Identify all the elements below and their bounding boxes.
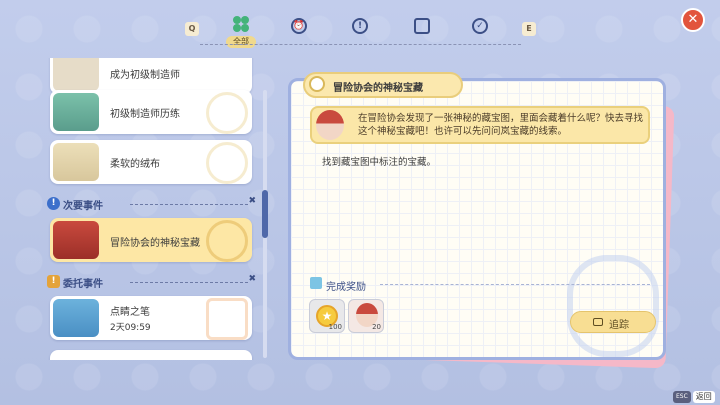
back-button[interactable]: ESC 返回 [673, 386, 715, 403]
reward-qty: 20 [372, 323, 381, 331]
back-label: 返回 [692, 390, 715, 403]
avatar [316, 110, 344, 140]
next-tab-key[interactable]: E [522, 22, 536, 36]
list-item[interactable]: 成为初级制造师 [50, 58, 252, 94]
close-button[interactable]: ✕ [681, 8, 705, 32]
ticket-watermark-icon [206, 298, 248, 340]
reward-item-coin[interactable]: ★ 100 [309, 299, 345, 333]
watermark-icon [206, 92, 248, 134]
reward-qty: 100 [328, 323, 342, 331]
quest-list: 成为初级制造师 初级制造师历练 柔软的绒布 ! 次要事件 ✖ 冒险协会的神秘宝藏… [44, 58, 258, 360]
avatar [53, 221, 99, 259]
track-button[interactable]: 追踪 [570, 311, 656, 333]
ticket-icon: ! [47, 275, 60, 288]
section-commission: ! 委托事件 ✖ [44, 274, 258, 290]
esc-key: ESC [673, 390, 691, 403]
list-item-title: 成为初级制造师 [110, 70, 180, 81]
list-item-title: 点睛之笔 [110, 307, 150, 318]
check-icon[interactable]: ✓ [472, 18, 488, 34]
quest-objective: 找到藏宝图中标注的宝藏。 [322, 157, 437, 168]
collapse-icon[interactable]: ✖ [248, 274, 256, 284]
track-label: 追踪 [609, 320, 629, 331]
book-icon[interactable] [414, 18, 430, 34]
prev-tab-key[interactable]: Q [185, 22, 199, 36]
tab-all-label: 全部 [226, 36, 256, 48]
divider [130, 204, 248, 205]
exclamation-icon[interactable]: ! [352, 18, 368, 34]
list-item[interactable]: 初级制造师历练 [50, 90, 252, 134]
divider [130, 282, 248, 283]
quest-title: 冒险协会的神秘宝藏 [333, 83, 423, 94]
tab-divider [200, 44, 521, 45]
watermark-icon [206, 142, 248, 184]
alarm-icon[interactable]: ⏰ [291, 18, 307, 34]
list-item[interactable] [50, 350, 252, 360]
quest-title-tab: 冒险协会的神秘宝藏 [303, 72, 463, 98]
list-item-title: 初级制造师历练 [110, 109, 180, 120]
list-item-title: 柔软的绒布 [110, 159, 160, 170]
divider [380, 284, 650, 285]
dialogue-text: 在冒险协会发现了一张神秘的藏宝图，里面会藏着什么呢？快去寻找这个神秘宝藏吧！也许… [358, 113, 644, 137]
reward-item-avatar[interactable]: 20 [348, 299, 384, 333]
avatar [53, 58, 99, 91]
section-label: 委托事件 [63, 279, 103, 290]
section-label: 次要事件 [63, 201, 103, 212]
list-item[interactable]: 柔软的绒布 [50, 140, 252, 184]
clover-icon [233, 16, 249, 32]
avatar [53, 93, 99, 131]
decorative-bell-icon [567, 255, 659, 357]
list-item[interactable]: 点睛之笔 2天09:59 [50, 296, 252, 340]
track-icon [593, 318, 603, 326]
exclamation-icon: ! [47, 197, 60, 210]
collapse-icon[interactable]: ✖ [248, 196, 256, 206]
rewards-label: 完成奖励 [326, 282, 366, 293]
time-remaining: 2天09:59 [110, 323, 151, 333]
gift-icon [310, 277, 322, 289]
section-secondary: ! 次要事件 ✖ [44, 196, 258, 212]
exclamation-watermark-icon [206, 220, 248, 262]
scrollbar-thumb[interactable] [262, 190, 268, 238]
dialogue-box: 在冒险协会发现了一张神秘的藏宝图，里面会藏着什么呢？快去寻找这个神秘宝藏吧！也许… [310, 106, 650, 144]
avatar [53, 143, 99, 181]
list-item-selected[interactable]: 冒险协会的神秘宝藏 [50, 218, 252, 262]
quest-type-icon [309, 76, 325, 92]
avatar [53, 299, 99, 337]
category-tabbar: Q 全部 ⏰ ! ✓ E [185, 14, 536, 50]
list-item-title: 冒险协会的神秘宝藏 [110, 238, 200, 249]
